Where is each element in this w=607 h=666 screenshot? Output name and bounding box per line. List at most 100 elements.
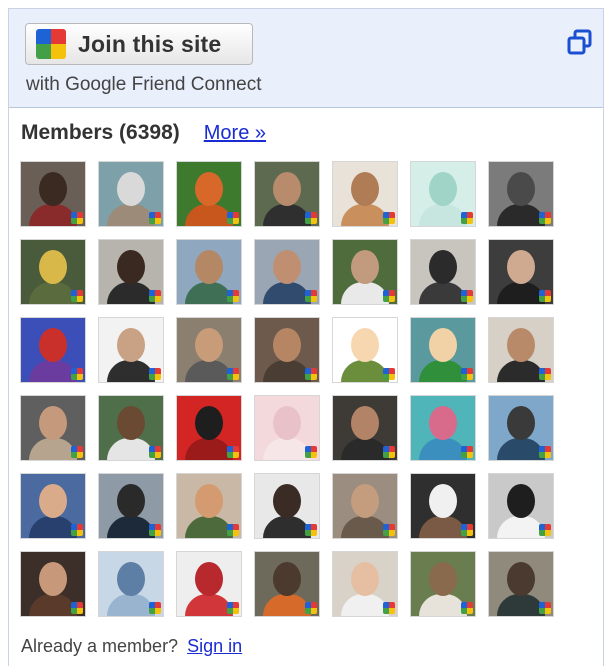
friend-connect-badge-icon — [71, 524, 83, 536]
member-avatar[interactable] — [98, 239, 164, 305]
avatar-figure-head — [429, 406, 457, 440]
member-avatar[interactable] — [98, 161, 164, 227]
member-avatar[interactable] — [488, 239, 554, 305]
more-members-link[interactable]: More » — [204, 122, 266, 145]
member-avatar[interactable] — [332, 161, 398, 227]
friend-connect-badge-icon — [149, 212, 161, 224]
avatar-figure-head — [273, 562, 301, 596]
member-avatar[interactable] — [410, 317, 476, 383]
avatar-figure-body — [29, 516, 77, 538]
avatar-figure-head — [429, 484, 457, 518]
avatar-figure-body — [185, 594, 233, 616]
member-avatar[interactable] — [332, 551, 398, 617]
friend-connect-badge-icon — [539, 524, 551, 536]
sign-in-link[interactable]: Sign in — [187, 636, 242, 656]
member-avatar[interactable] — [98, 395, 164, 461]
friend-connect-badge-icon — [383, 368, 395, 380]
member-avatar[interactable] — [176, 239, 242, 305]
avatar-figure-head — [39, 328, 67, 362]
member-avatar[interactable] — [20, 161, 86, 227]
member-avatar[interactable] — [410, 161, 476, 227]
avatar-figure-body — [341, 282, 389, 304]
member-avatar[interactable] — [254, 473, 320, 539]
avatar-figure-body — [263, 360, 311, 382]
member-avatar[interactable] — [410, 551, 476, 617]
friend-connect-badge-icon — [305, 602, 317, 614]
avatar-figure-body — [497, 282, 545, 304]
member-avatar[interactable] — [20, 473, 86, 539]
avatar-figure-head — [195, 484, 223, 518]
friend-connect-badge-icon — [149, 524, 161, 536]
friend-connect-badge-icon — [461, 446, 473, 458]
friend-connect-badge-icon — [305, 290, 317, 302]
members-avatar-grid — [20, 161, 554, 617]
member-avatar[interactable] — [20, 551, 86, 617]
avatar-figure-body — [263, 438, 311, 460]
avatar-figure-body — [419, 360, 467, 382]
avatar-figure-body — [29, 438, 77, 460]
avatar-figure-body — [185, 438, 233, 460]
avatar-figure-body — [341, 516, 389, 538]
member-avatar[interactable] — [254, 395, 320, 461]
friend-connect-badge-icon — [305, 524, 317, 536]
member-avatar[interactable] — [254, 551, 320, 617]
avatar-figure-body — [341, 360, 389, 382]
member-avatar[interactable] — [176, 551, 242, 617]
friend-connect-badge-icon — [71, 446, 83, 458]
member-avatar[interactable] — [410, 473, 476, 539]
avatar-figure-head — [273, 406, 301, 440]
avatar-figure-head — [273, 172, 301, 206]
member-avatar[interactable] — [176, 395, 242, 461]
member-avatar[interactable] — [176, 317, 242, 383]
join-button-label: Join this site — [78, 30, 222, 57]
friend-connect-badge-icon — [461, 212, 473, 224]
avatar-figure-body — [497, 438, 545, 460]
friend-connect-badge-icon — [305, 368, 317, 380]
friend-connect-badge-icon — [305, 446, 317, 458]
avatar-figure-body — [341, 438, 389, 460]
join-site-button[interactable]: Join this site — [25, 23, 253, 65]
avatar-figure-head — [351, 172, 379, 206]
avatar-figure-body — [107, 204, 155, 226]
friend-connect-badge-icon — [227, 290, 239, 302]
avatar-figure-head — [117, 562, 145, 596]
avatar-figure-head — [507, 250, 535, 284]
member-avatar[interactable] — [410, 395, 476, 461]
avatar-figure-body — [341, 594, 389, 616]
member-avatar[interactable] — [410, 239, 476, 305]
footer-sign-in: Already a member? Sign in — [21, 636, 242, 657]
avatar-figure-body — [185, 282, 233, 304]
member-avatar[interactable] — [488, 473, 554, 539]
google-friend-connect-caption: with Google Friend Connect — [26, 74, 262, 95]
avatar-figure-head — [195, 562, 223, 596]
member-avatar[interactable] — [98, 473, 164, 539]
member-avatar[interactable] — [20, 317, 86, 383]
member-avatar[interactable] — [98, 317, 164, 383]
avatar-figure-head — [507, 484, 535, 518]
avatar-figure-body — [185, 204, 233, 226]
member-avatar[interactable] — [332, 395, 398, 461]
member-avatar[interactable] — [176, 161, 242, 227]
popout-icon[interactable] — [567, 29, 593, 55]
member-avatar[interactable] — [488, 161, 554, 227]
member-avatar[interactable] — [176, 473, 242, 539]
member-avatar[interactable] — [254, 317, 320, 383]
google-friend-connect-logo-icon — [36, 29, 66, 59]
member-avatar[interactable] — [254, 239, 320, 305]
avatar-figure-body — [263, 204, 311, 226]
member-avatar[interactable] — [20, 239, 86, 305]
avatar-figure-head — [39, 250, 67, 284]
member-avatar[interactable] — [488, 551, 554, 617]
friend-connect-badge-icon — [149, 368, 161, 380]
member-avatar[interactable] — [488, 317, 554, 383]
member-avatar[interactable] — [20, 395, 86, 461]
member-avatar[interactable] — [332, 239, 398, 305]
avatar-figure-head — [195, 172, 223, 206]
friend-connect-badge-icon — [227, 602, 239, 614]
member-avatar[interactable] — [332, 473, 398, 539]
member-avatar[interactable] — [332, 317, 398, 383]
member-avatar[interactable] — [254, 161, 320, 227]
member-avatar[interactable] — [98, 551, 164, 617]
avatar-figure-body — [341, 204, 389, 226]
member-avatar[interactable] — [488, 395, 554, 461]
